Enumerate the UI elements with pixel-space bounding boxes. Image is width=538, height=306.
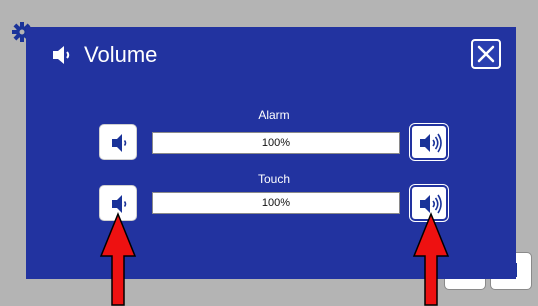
close-icon	[477, 45, 495, 63]
touch-volume-value: 100%	[261, 197, 291, 209]
alarm-volume-value: 100%	[261, 137, 291, 149]
dialog-title: Volume	[84, 42, 158, 67]
arrow-up-icon	[99, 212, 137, 306]
alarm-volume-up-button[interactable]	[410, 124, 448, 160]
speaker-high-icon	[420, 133, 442, 153]
alarm-volume-down-button[interactable]	[99, 124, 137, 160]
speaker-icon	[53, 46, 70, 64]
speaker-low-icon	[112, 134, 127, 152]
touch-label: Touch	[257, 172, 291, 186]
close-button[interactable]	[471, 39, 501, 69]
touch-volume-bar[interactable]: 100%	[152, 192, 400, 214]
alarm-label: Alarm	[258, 108, 290, 122]
arrow-up-icon	[412, 212, 450, 306]
alarm-volume-bar[interactable]: 100%	[152, 132, 400, 154]
